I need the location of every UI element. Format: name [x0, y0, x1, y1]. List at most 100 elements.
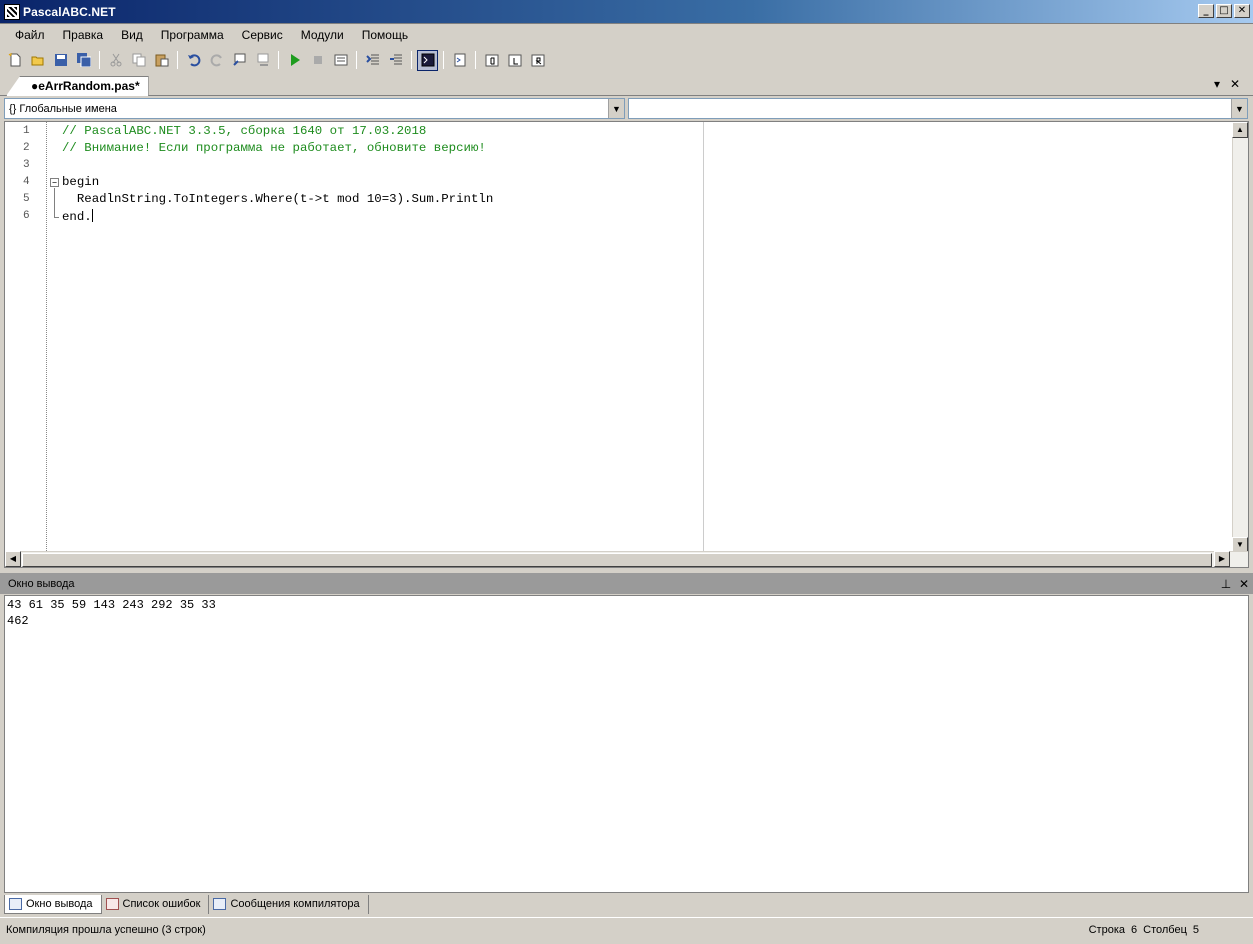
- output-window[interactable]: 43 61 35 59 143 243 292 35 33 462: [4, 595, 1249, 893]
- build-icon: [334, 54, 347, 66]
- code-line-1: // PascalABC.NET 3.3.5, сборка 1640 от 1…: [62, 124, 427, 138]
- scope-combo[interactable]: {} Глобальные имена ▼: [4, 98, 625, 119]
- menu-service[interactable]: Сервис: [233, 25, 292, 45]
- debug-l-button[interactable]: [504, 50, 525, 71]
- toolbar-separator: [99, 51, 100, 69]
- menu-program[interactable]: Программа: [152, 25, 233, 45]
- toolbar-separator: [443, 51, 444, 69]
- toolbar-separator: [356, 51, 357, 69]
- line-number: 6: [23, 210, 30, 222]
- row-label: Строка: [1088, 923, 1125, 936]
- tab-earrrandom[interactable]: ●eArrRandom.pas*: [6, 76, 149, 96]
- build-button[interactable]: [330, 50, 351, 71]
- new-file-button[interactable]: [4, 50, 25, 71]
- scroll-left-button[interactable]: ◀: [5, 551, 21, 567]
- minimize-button[interactable]: _: [1198, 4, 1214, 18]
- menu-bar: Файл Правка Вид Программа Сервис Модули …: [0, 24, 1253, 45]
- tab-compiler-messages[interactable]: Сообщения компилятора: [209, 894, 369, 914]
- step-over-icon: [365, 54, 379, 65]
- output-window-icon: [421, 53, 434, 67]
- stop-icon: [313, 56, 322, 64]
- step-into-button[interactable]: [385, 50, 406, 71]
- tab-compiler-messages-label: Сообщения компилятора: [230, 898, 360, 910]
- tab-list-dropdown[interactable]: ▾: [1214, 77, 1220, 91]
- title-bar: PascalABC.NET _ □ ✕: [0, 0, 1253, 24]
- redo-icon: [210, 54, 222, 67]
- code-line-6-text: end.: [62, 210, 92, 224]
- row-value: 6: [1131, 923, 1138, 936]
- toolbar-separator: [278, 51, 279, 69]
- col-label: Столбец: [1143, 923, 1187, 936]
- menu-file[interactable]: Файл: [6, 25, 54, 45]
- code-editor[interactable]: 1 2 3 4 5 6 − // PascalABC.NET 3.3.5, сб…: [4, 121, 1249, 568]
- bottom-tab-strip: Окно вывода Список ошибок Сообщения комп…: [0, 894, 1253, 914]
- line-number: 4: [23, 176, 30, 188]
- toolbar-separator: [411, 51, 412, 69]
- debug-r-button[interactable]: [527, 50, 548, 71]
- save-all-button[interactable]: [73, 50, 94, 71]
- cut-icon: [110, 53, 121, 67]
- toolbar: [0, 46, 1253, 74]
- scroll-up-button[interactable]: ▲: [1232, 122, 1248, 138]
- run-button[interactable]: [284, 50, 305, 71]
- maximize-button[interactable]: □: [1216, 4, 1232, 18]
- line-number: 1: [23, 125, 30, 137]
- error-list-icon: [105, 898, 119, 910]
- save-button[interactable]: [50, 50, 71, 71]
- find-button[interactable]: [229, 50, 250, 71]
- cut-button[interactable]: [105, 50, 126, 71]
- stop-button[interactable]: [307, 50, 328, 71]
- member-combo[interactable]: ▼: [628, 98, 1248, 119]
- menu-modules[interactable]: Модули: [292, 25, 353, 45]
- undo-button[interactable]: [183, 50, 204, 71]
- redo-button[interactable]: [206, 50, 227, 71]
- tab-close-button[interactable]: ✕: [1230, 77, 1240, 91]
- document-tab-strip: ●eArrRandom.pas* ▾ ✕: [0, 75, 1253, 96]
- find-icon: [232, 53, 245, 66]
- code-line-6: end.: [62, 209, 93, 224]
- output-window-button[interactable]: [417, 49, 438, 71]
- menu-help[interactable]: Помощь: [353, 25, 417, 45]
- copy-button[interactable]: [128, 50, 149, 71]
- replace-button[interactable]: [252, 50, 273, 71]
- editor-horizontal-scrollbar[interactable]: ◀ ▶: [5, 551, 1248, 567]
- toolbar-separator: [177, 51, 178, 69]
- fold-line: [54, 188, 55, 218]
- window-title: PascalABC.NET: [23, 4, 116, 19]
- code-line-5: ReadlnString.ToIntegers.Where(t->t mod 1…: [62, 192, 494, 206]
- close-icon[interactable]: ✕: [1235, 577, 1253, 591]
- output-window-icon: [9, 897, 22, 910]
- scroll-right-button[interactable]: ▶: [1214, 551, 1230, 567]
- paste-button[interactable]: [151, 50, 172, 71]
- open-folder-icon: [31, 56, 43, 66]
- open-button[interactable]: [27, 50, 48, 71]
- output-line-1: 43 61 35 59 143 243 292 35 33: [7, 598, 216, 612]
- save-icon: [54, 54, 67, 66]
- replace-icon: [257, 53, 268, 66]
- chevron-down-icon[interactable]: ▼: [608, 99, 624, 118]
- debug-l-icon: [508, 54, 521, 67]
- pin-icon[interactable]: ⊥: [1217, 577, 1235, 591]
- fold-collapse-icon[interactable]: −: [50, 178, 59, 187]
- tab-error-list[interactable]: Список ошибок: [102, 894, 210, 914]
- line-number: 5: [23, 193, 30, 205]
- menu-edit[interactable]: Правка: [54, 25, 113, 45]
- copy-icon: [132, 53, 145, 67]
- format-code-button[interactable]: [449, 50, 470, 71]
- tab-output-window[interactable]: Окно вывода: [4, 894, 102, 914]
- paste-icon: [155, 54, 168, 67]
- horizontal-scroll-thumb[interactable]: [22, 553, 1212, 567]
- step-over-button[interactable]: [362, 50, 383, 71]
- line-number-gutter: 1 2 3 4 5 6: [5, 122, 47, 553]
- window-controls: _ □ ✕: [1198, 4, 1250, 18]
- format-code-icon: [454, 53, 465, 67]
- menu-view[interactable]: Вид: [112, 25, 152, 45]
- close-button[interactable]: ✕: [1234, 4, 1250, 18]
- output-panel-header: Окно вывода ⊥ ✕: [0, 573, 1253, 594]
- code-line-2: // Внимание! Если программа не работает,…: [62, 141, 486, 155]
- chevron-down-icon[interactable]: ▼: [1231, 99, 1247, 118]
- debug-d-button[interactable]: [481, 50, 502, 71]
- editor-vertical-scrollbar[interactable]: ▲ ▼: [1232, 122, 1248, 553]
- col-value: 5: [1192, 923, 1199, 936]
- line-number: 3: [23, 159, 30, 171]
